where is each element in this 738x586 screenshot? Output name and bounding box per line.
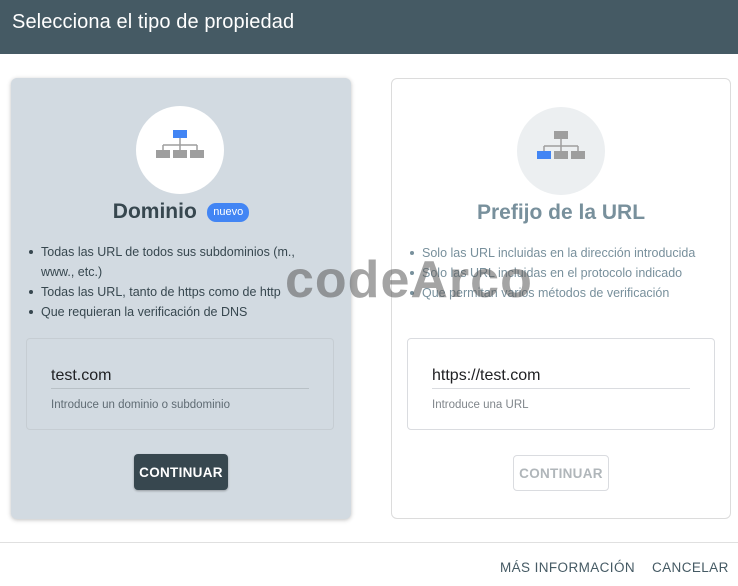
prefix-continue-button[interactable]: CONTINUAR (513, 455, 609, 491)
list-item: Solo las URL incluidas en la dirección i… (410, 243, 710, 263)
domain-input[interactable] (51, 367, 309, 389)
network-tree-icon (156, 130, 204, 158)
prefix-icon-circle (517, 107, 605, 195)
prefix-input-box: Introduce una URL (407, 338, 715, 430)
footer-divider (0, 542, 738, 543)
domain-card-title: Dominio (112, 200, 197, 223)
prefix-title-row: Prefijo de la URL (392, 201, 730, 225)
prefix-card-title: Prefijo de la URL (476, 201, 646, 224)
domain-card[interactable]: Dominio nuevo Todas las URL de todos sus… (11, 78, 351, 519)
network-tree-icon (537, 131, 585, 159)
list-item: Solo las URL incluidas en el protocolo i… (410, 263, 710, 283)
domain-feature-list: Todas las URL de todos sus subdominios (… (29, 242, 329, 322)
property-type-dialog: Selecciona el tipo de propiedad Dominio … (0, 0, 738, 586)
prefix-feature-list: Solo las URL incluidas en la dirección i… (410, 243, 710, 303)
list-item: Todas las URL, tanto de https como de ht… (29, 282, 329, 302)
domain-input-box: Introduce un dominio o subdominio (26, 338, 334, 430)
list-item: Que permitan varios métodos de verificac… (410, 283, 710, 303)
url-input-hint: Introduce una URL (432, 399, 529, 411)
cancel-button[interactable]: CANCELAR (652, 560, 729, 575)
dialog-header: Selecciona el tipo de propiedad (0, 0, 738, 54)
list-item: Que requieran la verificación de DNS (29, 302, 329, 322)
new-badge: nuevo (207, 202, 250, 222)
dialog-title: Selecciona el tipo de propiedad (12, 11, 295, 33)
domain-input-hint: Introduce un dominio o subdominio (51, 399, 231, 411)
domain-title-row: Dominio nuevo (11, 200, 351, 224)
url-prefix-card[interactable]: Prefijo de la URL Solo las URL incluidas… (391, 78, 731, 519)
domain-icon-circle (136, 106, 224, 194)
more-info-button[interactable]: MÁS INFORMACIÓN (500, 560, 635, 575)
domain-continue-button[interactable]: CONTINUAR (134, 454, 228, 490)
url-input[interactable] (432, 367, 690, 389)
list-item: Todas las URL de todos sus subdominios (… (29, 242, 329, 282)
